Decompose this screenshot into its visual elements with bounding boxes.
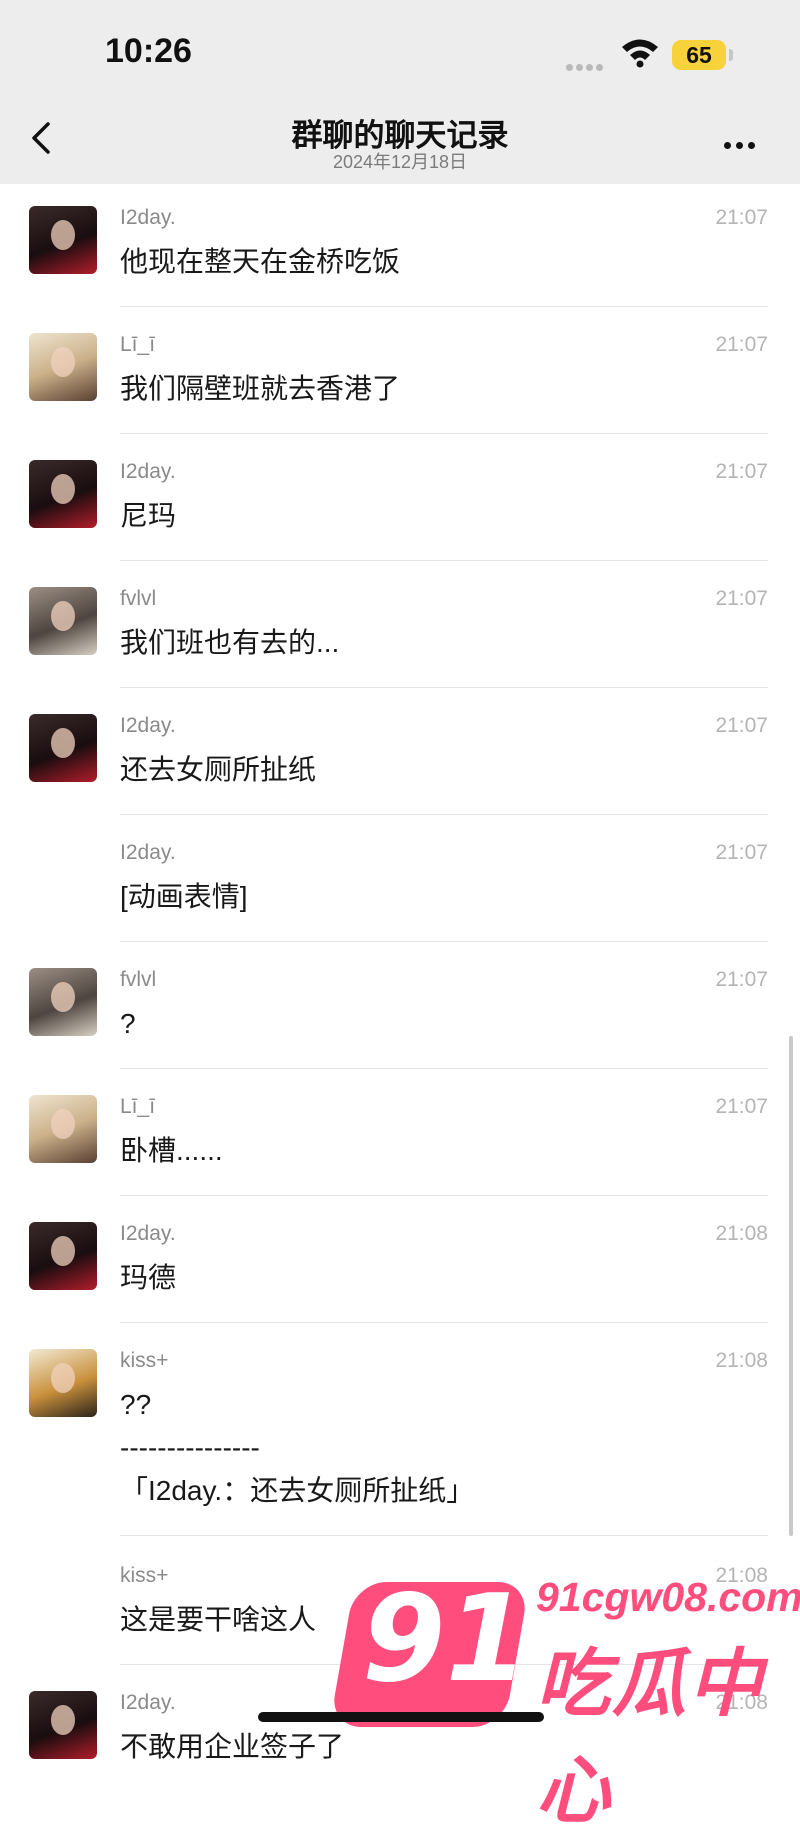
avatar[interactable] [29,1222,97,1290]
message-item[interactable]: I2day. 21:07 还去女厕所扯纸 [0,692,800,819]
divider [120,941,768,942]
avatar[interactable] [29,333,97,401]
message-text: 这是要干啥这人 [120,1604,317,1635]
divider [120,1322,768,1323]
avatar[interactable] [29,1691,97,1759]
divider [120,560,768,561]
divider [120,814,768,815]
message-text: 卧槽...... [120,1135,223,1166]
message-time: 21:08 [715,1349,768,1372]
message-text: 我们隔壁班就去香港了 [120,373,401,404]
avatar[interactable] [29,968,97,1036]
message-time: 21:07 [715,206,768,229]
message-item[interactable]: kiss+ 21:08 ?? --------------- 「I2day.：还… [0,1327,800,1542]
more-icon[interactable] [724,136,764,149]
watermark-number: 91 [362,1570,529,1709]
message-time: 21:08 [715,1222,768,1245]
message-item[interactable]: I2day. 21:08 玛德 [0,1200,800,1327]
sender-name: kiss+ [120,1564,169,1587]
divider [120,306,768,307]
message-item[interactable]: I2day. 21:07 尼玛 [0,438,800,565]
divider [120,1535,768,1536]
divider [120,1195,768,1196]
message-item[interactable]: fvlvl 21:07 ? [0,946,800,1073]
message-text: 他现在整天在金桥吃饭 [120,246,401,277]
avatar[interactable] [29,206,97,274]
message-text: 尼玛 [120,500,177,531]
watermark-name: 吃瓜中心 [536,1642,764,1832]
home-indicator[interactable] [258,1712,544,1722]
sender-name: I2day. [120,1691,176,1714]
message-time: 21:07 [715,587,768,610]
sender-name: kiss+ [120,1349,169,1372]
message-item[interactable]: I2day. 21:07 [动画表情] [0,819,800,946]
sender-name: fvlvl [120,587,157,610]
quote-separator: --------------- [120,1432,260,1463]
sender-name: I2day. [120,1222,176,1245]
sender-name: I2day. [120,460,176,483]
message-text: 我们班也有去的... [120,627,340,658]
divider [120,433,768,434]
battery-icon: 65 [672,40,726,70]
scrollbar[interactable] [789,1036,793,1536]
cellular-signal-icon [566,58,606,76]
message-text: [动画表情] [120,881,248,912]
message-text: 还去女厕所扯纸 [120,754,317,785]
avatar[interactable] [29,460,97,528]
message-time: 21:07 [715,841,768,864]
status-bar: 10:26 65 [0,0,800,96]
sender-name: I2day. [120,841,176,864]
divider [120,687,768,688]
status-time: 10:26 [105,32,192,70]
message-item[interactable]: I2day. 21:07 他现在整天在金桥吃饭 [0,184,800,311]
quoted-message: 「I2day.：还去女厕所扯纸」 [120,1475,475,1506]
nav-bar: 群聊的聊天记录 2024年12月18日 [0,96,800,184]
message-list[interactable]: I2day. 21:07 他现在整天在金桥吃饭 Lī_ī 21:07 我们隔壁班… [0,184,800,1796]
sender-name: Lī_ī [120,333,156,356]
message-text: ? [120,1008,136,1039]
message-time: 21:07 [715,1095,768,1118]
sender-name: I2day. [120,206,176,229]
message-time: 21:07 [715,968,768,991]
message-item[interactable]: Lī_ī 21:07 卧槽...... [0,1073,800,1200]
page-subtitle: 2024年12月18日 [332,152,468,172]
battery-tip [729,49,733,61]
sender-name: Lī_ī [120,1095,156,1118]
message-time: 21:07 [715,714,768,737]
divider [120,1068,768,1069]
message-text: 玛德 [120,1262,177,1293]
sender-name: fvlvl [120,968,157,991]
avatar[interactable] [29,714,97,782]
avatar[interactable] [29,1349,97,1417]
message-item[interactable]: Lī_ī 21:07 我们隔壁班就去香港了 [0,311,800,438]
message-time: 21:07 [715,460,768,483]
message-text: ?? [120,1389,152,1420]
sender-name: I2day. [120,714,176,737]
wifi-icon [622,39,658,68]
watermark-site: 91cgw08.com [536,1574,800,1620]
message-time: 21:07 [715,333,768,356]
message-text: 不敢用企业签子了 [120,1731,345,1762]
message-item[interactable]: fvlvl 21:07 我们班也有去的... [0,565,800,692]
avatar[interactable] [29,587,97,655]
avatar[interactable] [29,1095,97,1163]
